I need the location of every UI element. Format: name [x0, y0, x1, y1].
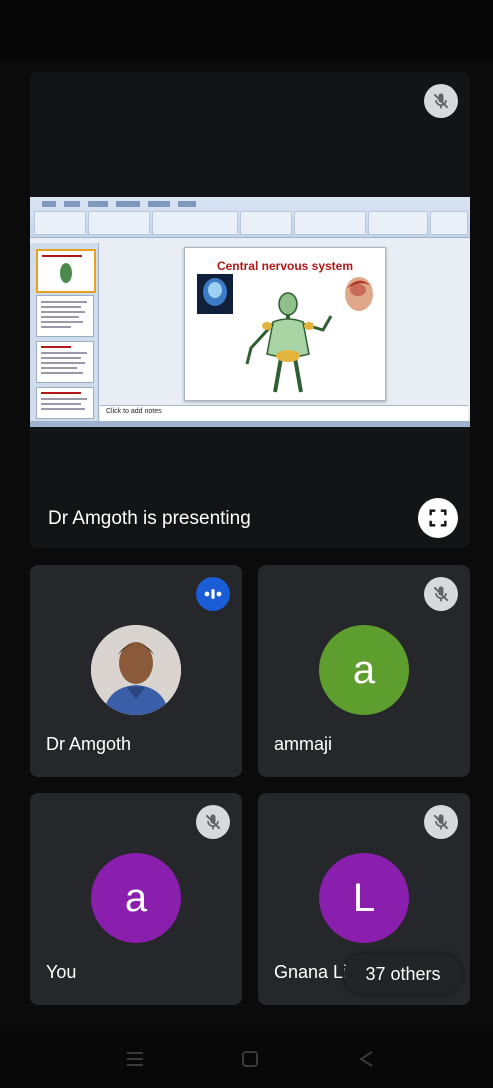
mic-off-badge: [196, 805, 230, 839]
speaking-indicator: [196, 577, 230, 611]
navigation-bar: [0, 1030, 493, 1088]
speaking-icon: [204, 589, 222, 599]
ppt-status-bar: [30, 421, 470, 427]
notes-placeholder: Click to add notes: [106, 408, 162, 415]
slide-thumb: [36, 249, 96, 293]
home-button[interactable]: [235, 1044, 265, 1074]
participant-tile[interactable]: Dr Amgoth: [30, 565, 242, 777]
recents-button[interactable]: [120, 1044, 150, 1074]
back-button[interactable]: [352, 1044, 382, 1074]
notes-pane: Click to add notes: [100, 405, 468, 422]
mic-off-icon: [433, 814, 449, 830]
avatar-initial: a: [319, 625, 409, 715]
slide-thumb: [36, 387, 94, 419]
presenter-label: Dr Amgoth is presenting: [48, 508, 251, 529]
nervous-system-figure: [245, 292, 333, 393]
mic-off-badge: [424, 805, 458, 839]
home-icon: [242, 1051, 258, 1067]
back-icon: [359, 1051, 373, 1067]
mic-off-icon: [433, 586, 449, 602]
shared-screen: Central nervous system Click to add note…: [30, 197, 470, 427]
slide-thumb: [36, 341, 94, 383]
status-bar: [0, 0, 493, 60]
head-diagram-image: [345, 277, 373, 311]
presenter-mic-off-badge: [424, 84, 458, 118]
avatar-photo: [91, 625, 181, 715]
mic-off-icon: [433, 93, 449, 109]
recents-icon: [127, 1052, 143, 1066]
avatar-initial: L: [319, 853, 409, 943]
mic-off-icon: [205, 814, 221, 830]
avatar-initial: a: [91, 853, 181, 943]
participant-name: ammaji: [274, 734, 333, 754]
participant-name: Dr Amgoth: [46, 734, 132, 754]
slide-thumbnails: [30, 243, 99, 421]
others-button[interactable]: 37 others: [344, 954, 462, 994]
powerpoint-ribbon: [30, 197, 470, 238]
participant-tile[interactable]: a ammaji: [258, 565, 470, 777]
participant-tile[interactable]: a You: [30, 793, 242, 1005]
participant-name: You: [46, 962, 77, 982]
current-slide: Central nervous system: [184, 247, 386, 401]
brain-scan-image: [197, 274, 233, 314]
slide-thumb: [36, 295, 94, 337]
meeting-screen: Central nervous system Click to add note…: [0, 0, 493, 1088]
presentation-panel[interactable]: Central nervous system Click to add note…: [30, 72, 470, 548]
fullscreen-button[interactable]: [418, 498, 458, 538]
slide-title: Central nervous system: [216, 259, 354, 273]
fullscreen-icon: [429, 509, 447, 527]
mic-off-badge: [424, 577, 458, 611]
